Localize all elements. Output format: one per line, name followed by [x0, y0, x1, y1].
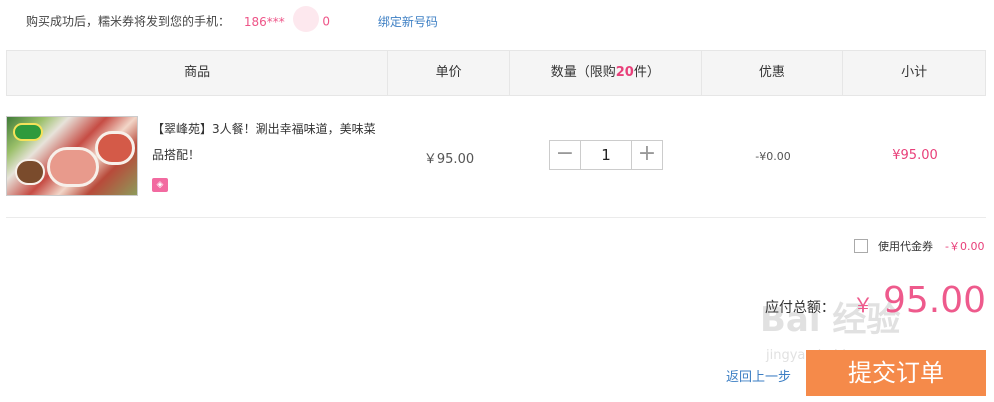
plus-button[interactable]: +	[632, 141, 662, 169]
bind-new-number-link[interactable]: 绑定新号码	[378, 15, 438, 29]
voucher-label[interactable]: 使用代金券	[878, 238, 933, 254]
phone-number: 186***	[243, 14, 285, 29]
voucher-checkbox[interactable]	[854, 239, 868, 253]
total-currency: ￥	[852, 293, 873, 317]
header-quantity: 数量（限购20件）	[510, 51, 702, 95]
total-label: 应付总额：	[764, 300, 835, 316]
unit-price: ￥95.00	[423, 152, 475, 167]
quantity-input[interactable]: 1	[580, 141, 632, 169]
phone-end: 0	[322, 14, 331, 29]
shield-badge-icon: ◈	[152, 178, 168, 192]
total-amount: 95.00	[882, 280, 986, 321]
voucher-amount: -￥0.00	[945, 240, 985, 253]
restaurant-logo	[13, 123, 43, 141]
header-quantity-prefix: 数量（限购	[550, 65, 616, 80]
header-discount: 优惠	[702, 51, 844, 95]
phone-blur	[292, 6, 319, 32]
subtotal-value: ¥95.00	[892, 148, 938, 163]
product-title[interactable]: 【翠峰苑】3人餐！涮出幸福味道，美味菜品搭配！	[152, 116, 382, 168]
header-unit-price: 单价	[388, 51, 510, 95]
voucher-option: 使用代金券 -￥0.00	[854, 238, 984, 254]
minus-button[interactable]: −	[550, 141, 580, 169]
header-product: 商品	[7, 51, 389, 95]
submit-order-button[interactable]: 提交订单	[806, 350, 986, 396]
discount-value: -¥0.00	[755, 150, 791, 163]
purchase-notice: 购买成功后，糯米券将发到您的手机： 186*** 0 绑定新号码	[26, 6, 438, 32]
header-quantity-suffix: 件）	[633, 65, 660, 80]
product-thumbnail[interactable]	[6, 116, 138, 196]
notice-text: 购买成功后，糯米券将发到您的手机：	[26, 14, 231, 29]
header-subtotal: 小计	[901, 65, 928, 80]
dish-beef	[95, 131, 135, 165]
back-link[interactable]: 返回上一步	[726, 366, 791, 385]
order-total: 应付总额： ￥ 95.00	[765, 280, 986, 321]
table-header: 商品 单价 数量（限购20件） 优惠 小计	[6, 50, 986, 96]
quantity-stepper: − 1 +	[549, 140, 663, 170]
dish-sauce	[15, 159, 45, 185]
header-quantity-limit: 20	[615, 65, 634, 80]
dish-meat	[47, 147, 99, 187]
table-row: 【翠峰苑】3人餐！涮出幸福味道，美味菜品搭配！ ◈ ￥95.00 − 1 + -…	[6, 96, 986, 218]
